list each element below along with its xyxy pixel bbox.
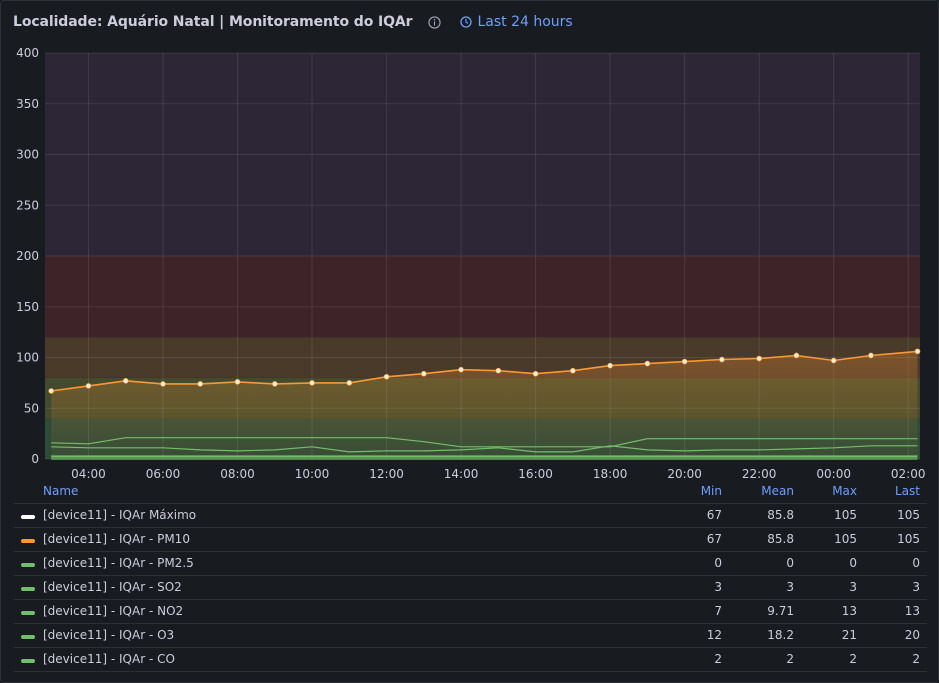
- legend-last-value: 3: [912, 580, 920, 594]
- legend-row[interactable]: [device11] - IQAr Máximo 67 85.8 105 105: [14, 504, 927, 528]
- series-color-swatch[interactable]: [21, 539, 35, 543]
- series-color-swatch[interactable]: [21, 659, 35, 663]
- legend-header-name[interactable]: Name: [43, 484, 78, 498]
- legend-series-name[interactable]: [device11] - IQAr - O3: [43, 628, 174, 642]
- legend-header-max[interactable]: Max: [832, 484, 857, 498]
- legend-min-value: 0: [714, 556, 722, 570]
- panel-title[interactable]: Localidade: Aquário Natal | Monitorament…: [13, 14, 413, 30]
- y-tick-label: 350: [16, 97, 39, 111]
- y-tick-label: 100: [16, 351, 39, 365]
- panel-header: Localidade: Aquário Natal | Monitorament…: [13, 11, 573, 33]
- legend-last-value: 0: [912, 556, 920, 570]
- data-point[interactable]: [756, 355, 762, 362]
- y-tick-label: 400: [16, 46, 39, 60]
- legend-series-name[interactable]: [device11] - IQAr - CO: [43, 652, 175, 666]
- data-point[interactable]: [914, 348, 921, 355]
- legend-last-value: 13: [904, 604, 920, 618]
- legend-max-value: 2: [849, 652, 857, 666]
- data-point[interactable]: [346, 380, 353, 386]
- legend-row[interactable]: [device11] - IQAr - PM2.5 0 0 0 0: [14, 552, 927, 576]
- y-tick-label: 50: [24, 401, 39, 415]
- y-tick-label: 200: [16, 249, 39, 263]
- series-color-swatch[interactable]: [21, 635, 35, 639]
- legend-mean-value: 0: [786, 556, 794, 570]
- data-point[interactable]: [830, 357, 837, 364]
- legend-series-name[interactable]: [device11] - IQAr - SO2: [43, 580, 182, 594]
- legend-min-value: 3: [714, 580, 722, 594]
- legend-max-value: 21: [841, 628, 857, 642]
- data-point[interactable]: [271, 381, 278, 387]
- dashboard-panel: Localidade: Aquário Natal | Monitorament…: [0, 0, 939, 683]
- data-point[interactable]: [793, 352, 800, 359]
- legend-min-value: 12: [706, 628, 722, 642]
- legend-last-value: 105: [897, 508, 920, 522]
- data-point[interactable]: [458, 366, 464, 373]
- legend-row[interactable]: [device11] - IQAr - NO2 7 9.71 13 13: [14, 600, 927, 624]
- clock-icon: [460, 16, 473, 28]
- series-color-swatch[interactable]: [21, 587, 35, 591]
- data-point[interactable]: [48, 388, 55, 394]
- legend-mean-value: 18.2: [767, 628, 794, 642]
- info-icon[interactable]: [426, 14, 442, 30]
- data-point[interactable]: [644, 360, 651, 367]
- data-point[interactable]: [719, 356, 725, 363]
- legend-min-value: 67: [706, 508, 722, 522]
- data-point[interactable]: [421, 370, 427, 377]
- legend-series-name[interactable]: [device11] - IQAr - PM2.5: [43, 556, 194, 570]
- legend-min-value: 2: [714, 652, 722, 666]
- legend-row[interactable]: [device11] - IQAr - CO 2 2 2 2: [14, 648, 927, 672]
- legend-min-value: 7: [714, 604, 722, 618]
- legend-header-mean[interactable]: Mean: [761, 484, 794, 498]
- legend-header-min[interactable]: Min: [701, 484, 722, 498]
- series-color-swatch[interactable]: [21, 611, 35, 615]
- data-point[interactable]: [607, 362, 613, 369]
- legend-max-value: 105: [834, 532, 857, 546]
- legend-header: Name Min Mean Max Last: [14, 479, 927, 504]
- legend-max-value: 13: [841, 604, 857, 618]
- legend-header-last[interactable]: Last: [895, 484, 920, 498]
- data-point[interactable]: [383, 373, 390, 380]
- series-color-swatch[interactable]: [21, 515, 35, 519]
- y-tick-label: 150: [16, 300, 39, 314]
- y-tick-label: 250: [16, 198, 39, 212]
- data-point[interactable]: [532, 370, 539, 377]
- y-tick-label: 0: [31, 452, 39, 466]
- legend-series-name[interactable]: [device11] - IQAr - PM10: [43, 532, 190, 546]
- y-tick-label: 300: [16, 148, 39, 162]
- legend-last-value: 2: [912, 652, 920, 666]
- data-point[interactable]: [309, 380, 315, 386]
- legend-row[interactable]: [device11] - IQAr - O3 12 18.2 21 20: [14, 624, 927, 648]
- legend-mean-value: 85.8: [767, 508, 794, 522]
- legend-table: Name Min Mean Max Last [device11] - IQAr…: [14, 479, 927, 672]
- data-point[interactable]: [122, 378, 129, 384]
- time-range-button[interactable]: Last 24 hours: [460, 14, 573, 30]
- threshold-band: [45, 256, 920, 338]
- time-range-label: Last 24 hours: [477, 14, 573, 30]
- legend-last-value: 105: [897, 532, 920, 546]
- data-point[interactable]: [495, 367, 502, 374]
- legend-series-name[interactable]: [device11] - IQAr Máximo: [43, 508, 196, 522]
- data-point[interactable]: [234, 379, 241, 385]
- legend-max-value: 0: [849, 556, 857, 570]
- legend-mean-value: 2: [786, 652, 794, 666]
- data-point[interactable]: [160, 381, 166, 387]
- data-point[interactable]: [197, 381, 204, 387]
- legend-max-value: 105: [834, 508, 857, 522]
- series-color-swatch[interactable]: [21, 563, 35, 567]
- legend-mean-value: 9.71: [767, 604, 794, 618]
- data-point[interactable]: [85, 383, 92, 389]
- legend-mean-value: 85.8: [767, 532, 794, 546]
- legend-last-value: 20: [904, 628, 920, 642]
- data-point[interactable]: [570, 367, 576, 374]
- legend-series-name[interactable]: [device11] - IQAr - NO2: [43, 604, 183, 618]
- legend-row[interactable]: [device11] - IQAr - SO2 3 3 3 3: [14, 576, 927, 600]
- legend-row[interactable]: [device11] - IQAr - PM10 67 85.8 105 105: [14, 528, 927, 552]
- legend-max-value: 3: [849, 580, 857, 594]
- time-series-chart[interactable]: 05010015020025030035040004:00 06:00 08:00 1…: [1, 41, 938, 486]
- data-point[interactable]: [868, 352, 874, 359]
- legend-min-value: 67: [706, 532, 722, 546]
- legend-mean-value: 3: [786, 580, 794, 594]
- data-point[interactable]: [681, 358, 688, 365]
